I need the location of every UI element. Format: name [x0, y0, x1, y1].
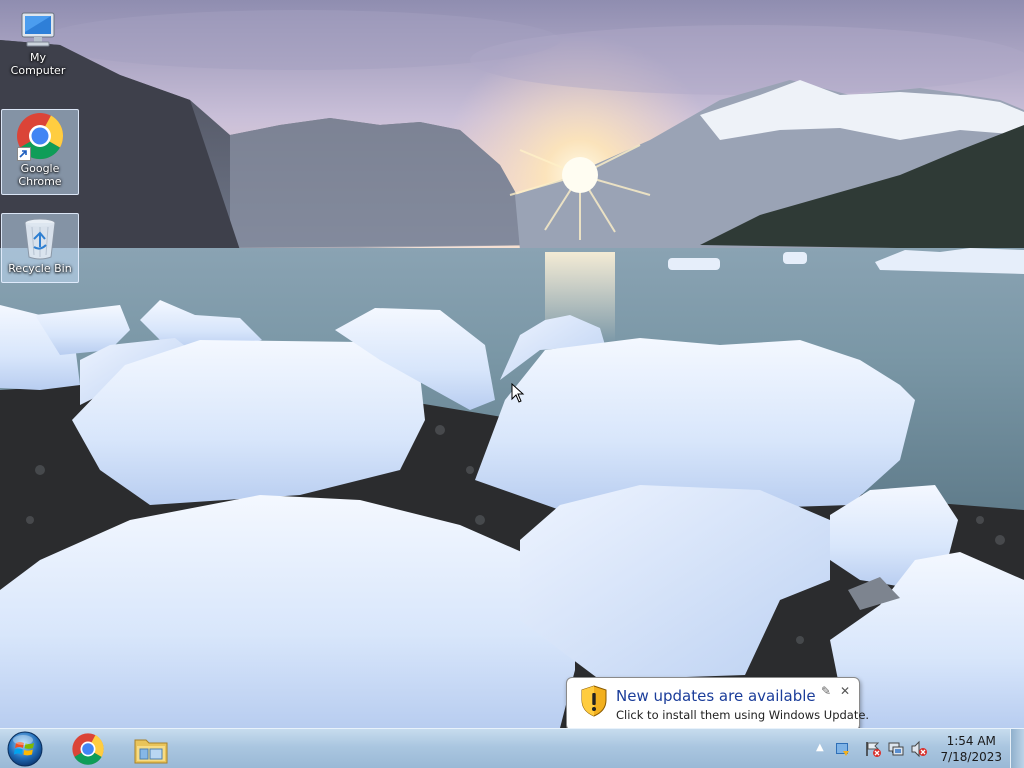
computer-icon: [16, 10, 60, 50]
system-clock[interactable]: 1:54 AM 7/18/2023: [940, 733, 1002, 765]
desktop-icon-label-line2: Chrome: [18, 175, 62, 188]
clock-date: 7/18/2023: [940, 750, 1002, 764]
volume-muted-icon[interactable]: [910, 740, 928, 758]
shortcut-arrow-icon: [17, 147, 31, 161]
notification-options-icon[interactable]: ✎: [821, 684, 831, 698]
start-button[interactable]: [6, 731, 44, 767]
desktop-icon-my-computer[interactable]: My Computer: [0, 8, 76, 78]
windows-update-icon[interactable]: [834, 740, 852, 758]
desktop-wallpaper: [0, 0, 1024, 728]
notification-title: New updates are available: [616, 687, 816, 705]
network-icon[interactable]: [887, 740, 905, 758]
windows-orb-icon: [7, 731, 43, 767]
notification-close-button[interactable]: ✕: [840, 684, 850, 698]
action-center-flag-icon[interactable]: [864, 740, 882, 758]
show-desktop-button[interactable]: [1010, 729, 1024, 768]
desktop-icon-recycle-bin[interactable]: Recycle Bin: [1, 213, 79, 283]
chrome-icon: [15, 111, 65, 161]
chrome-icon: [72, 733, 104, 765]
mouse-cursor-icon: [511, 383, 525, 403]
clock-time: 1:54 AM: [946, 734, 996, 748]
desktop-icon-label-line1: Google: [20, 162, 60, 175]
chrome-taskbar-button[interactable]: [60, 730, 116, 768]
show-hidden-icons-arrow[interactable]: ▲: [816, 742, 834, 760]
folder-icon: [134, 739, 168, 764]
notification-area: ▲ 1:54 AM 7/18/2023: [804, 729, 1024, 768]
update-notification-balloon[interactable]: New updates are available Click to insta…: [566, 677, 869, 746]
taskbar: ▲ 1:54 AM 7/18/2023: [0, 728, 1024, 768]
desktop-icon-label: Recycle Bin: [8, 262, 72, 275]
desktop-icon-label: My Computer: [10, 51, 66, 77]
recycle-bin-icon: [20, 217, 60, 261]
notification-message: Click to install them using Windows Upda…: [616, 708, 870, 722]
explorer-taskbar-button[interactable]: [122, 730, 178, 768]
shield-warning-icon: [580, 685, 608, 717]
desktop-icon-google-chrome[interactable]: Google Chrome: [1, 109, 79, 195]
